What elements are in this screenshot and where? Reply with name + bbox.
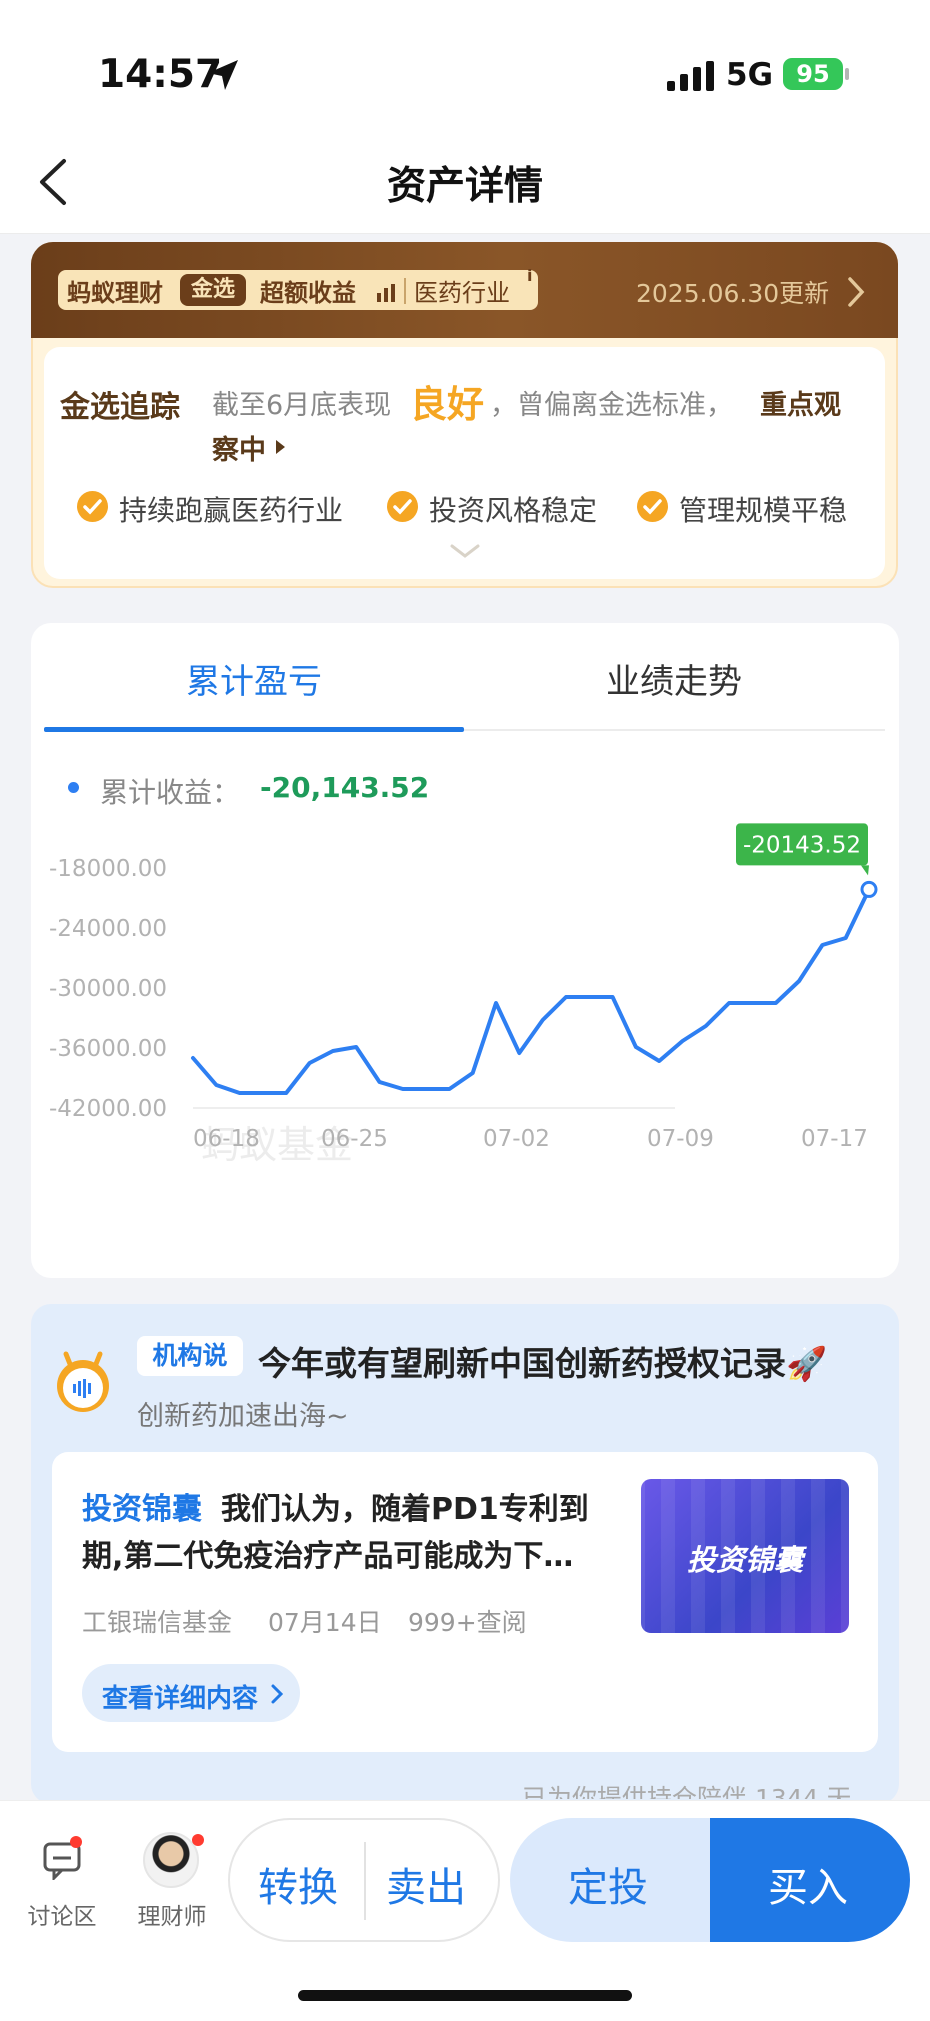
check-icon <box>637 491 668 522</box>
news-subline: 创新药加速出海~ <box>137 1401 349 1432</box>
notification-dot <box>192 1834 204 1846</box>
bar-chart-icon <box>377 284 395 302</box>
y-tick-label: -24000.00 <box>49 916 167 942</box>
last-point-marker <box>860 880 878 898</box>
x-tick-label: 07-09 <box>647 1126 714 1152</box>
fixed-investment-label: 定投 <box>568 1865 648 1911</box>
article-date: 07月14日 <box>268 1608 382 1637</box>
caret-right-icon[interactable] <box>274 438 286 456</box>
detail-button-label: 查看详细内容 <box>102 1684 259 1714</box>
last-value-label: -20143.52 <box>743 832 861 858</box>
summary-value: -20,143.52 <box>260 771 430 804</box>
x-tick-label: 07-02 <box>483 1126 550 1152</box>
button-divider <box>364 1842 366 1920</box>
check-item-1: 持续跑赢医药行业 <box>119 494 344 527</box>
brand-label: 蚂蚁理财 <box>67 279 163 307</box>
x-tick-label: 07-17 <box>801 1126 868 1152</box>
tab-cumulative-pl[interactable]: 累计盈亏 <box>44 654 464 703</box>
check-item-3: 管理规模平稳 <box>679 494 848 527</box>
battery-indicator: 95 <box>783 58 843 90</box>
news-headline[interactable]: 今年或有望刷新中国创新药授权记录🚀 <box>258 1337 827 1385</box>
check-icon <box>387 491 418 522</box>
track-desc-mid: ，曾偏离金选标准， <box>490 390 733 421</box>
pl-line-chart[interactable]: 蚂蚁基金 -18000.00-24000.00-30000.00-36000.0… <box>31 820 899 1260</box>
convert-button[interactable]: 转换 <box>258 1855 338 1913</box>
track-status-2[interactable]: 察中 <box>212 428 266 467</box>
tab-performance[interactable]: 业绩走势 <box>464 654 884 703</box>
chevron-right-icon[interactable] <box>846 276 866 308</box>
tooltip-pointer <box>861 865 869 876</box>
page-title: 资产详情 <box>386 164 543 209</box>
thumbnail-title: 投资锦囊 <box>686 1543 803 1577</box>
summary-label: 累计收益： <box>100 776 241 809</box>
jinxuan-badge: 金选 <box>180 274 246 306</box>
buy-label: 买入 <box>768 1865 848 1911</box>
track-rating: 良好 <box>410 383 484 426</box>
check-icon <box>77 491 108 522</box>
location-arrow-icon <box>208 60 238 90</box>
info-icon[interactable]: i <box>527 266 532 285</box>
rocket-icon: 🚀 <box>786 1344 828 1383</box>
sell-button[interactable]: 卖出 <box>386 1855 466 1913</box>
mascot-icon <box>57 1351 109 1412</box>
check-item-2: 投资风格稳定 <box>429 494 598 527</box>
community-label[interactable]: 讨论区 <box>22 1897 102 1931</box>
y-tick-label: -18000.00 <box>49 856 167 882</box>
x-tick-label: 06-18 <box>193 1126 260 1152</box>
companion-days: 已为你提供持仓陪伴 1344 天 <box>522 1785 852 1799</box>
track-status-1[interactable]: 重点观 <box>760 383 841 422</box>
article-text-line2: 期,第二代免疫治疗产品可能成为下… <box>82 1539 574 1574</box>
article-thumbnail[interactable]: 投资锦囊 <box>641 1479 849 1633</box>
track-title: 金选追踪 <box>60 390 180 425</box>
source-tag: 机构说 <box>137 1336 243 1376</box>
tag-industry: 医药行业 <box>414 279 510 307</box>
y-tick-label: -36000.00 <box>49 1036 167 1062</box>
article-publisher: 工银瑞信基金 <box>82 1608 233 1637</box>
article-text-line1: 我们认为，随着PD1专利到 <box>221 1492 589 1527</box>
status-time: 14:57 <box>98 52 223 97</box>
battery-tip <box>845 68 849 80</box>
y-tick-label: -42000.00 <box>49 1096 167 1122</box>
article-label: 投资锦囊 <box>82 1492 202 1527</box>
chevron-right-icon <box>271 1684 284 1704</box>
home-indicator <box>298 1990 632 2001</box>
series-line <box>191 887 871 1095</box>
x-tick-label: 06-25 <box>321 1126 388 1152</box>
track-desc-prefix: 截至6月底表现 <box>212 390 392 421</box>
y-tick-label: -30000.00 <box>49 976 167 1002</box>
article-views: 999+查阅 <box>408 1608 527 1637</box>
tag-divider <box>404 278 406 304</box>
tab-indicator <box>44 727 464 732</box>
headline-text: 今年或有望刷新中国创新药授权记录 <box>258 1344 786 1383</box>
tag-excess-return: 超额收益 <box>260 279 356 307</box>
expand-chevron-icon[interactable] <box>449 543 481 559</box>
legend-dot <box>68 782 79 793</box>
update-date[interactable]: 2025.06.30更新 <box>636 274 829 310</box>
advisor-avatar[interactable] <box>143 1832 199 1888</box>
network-label: 5G <box>726 57 774 93</box>
signal-icon <box>667 61 714 91</box>
advisor-label[interactable]: 理财师 <box>132 1897 212 1931</box>
notification-dot <box>70 1836 82 1848</box>
